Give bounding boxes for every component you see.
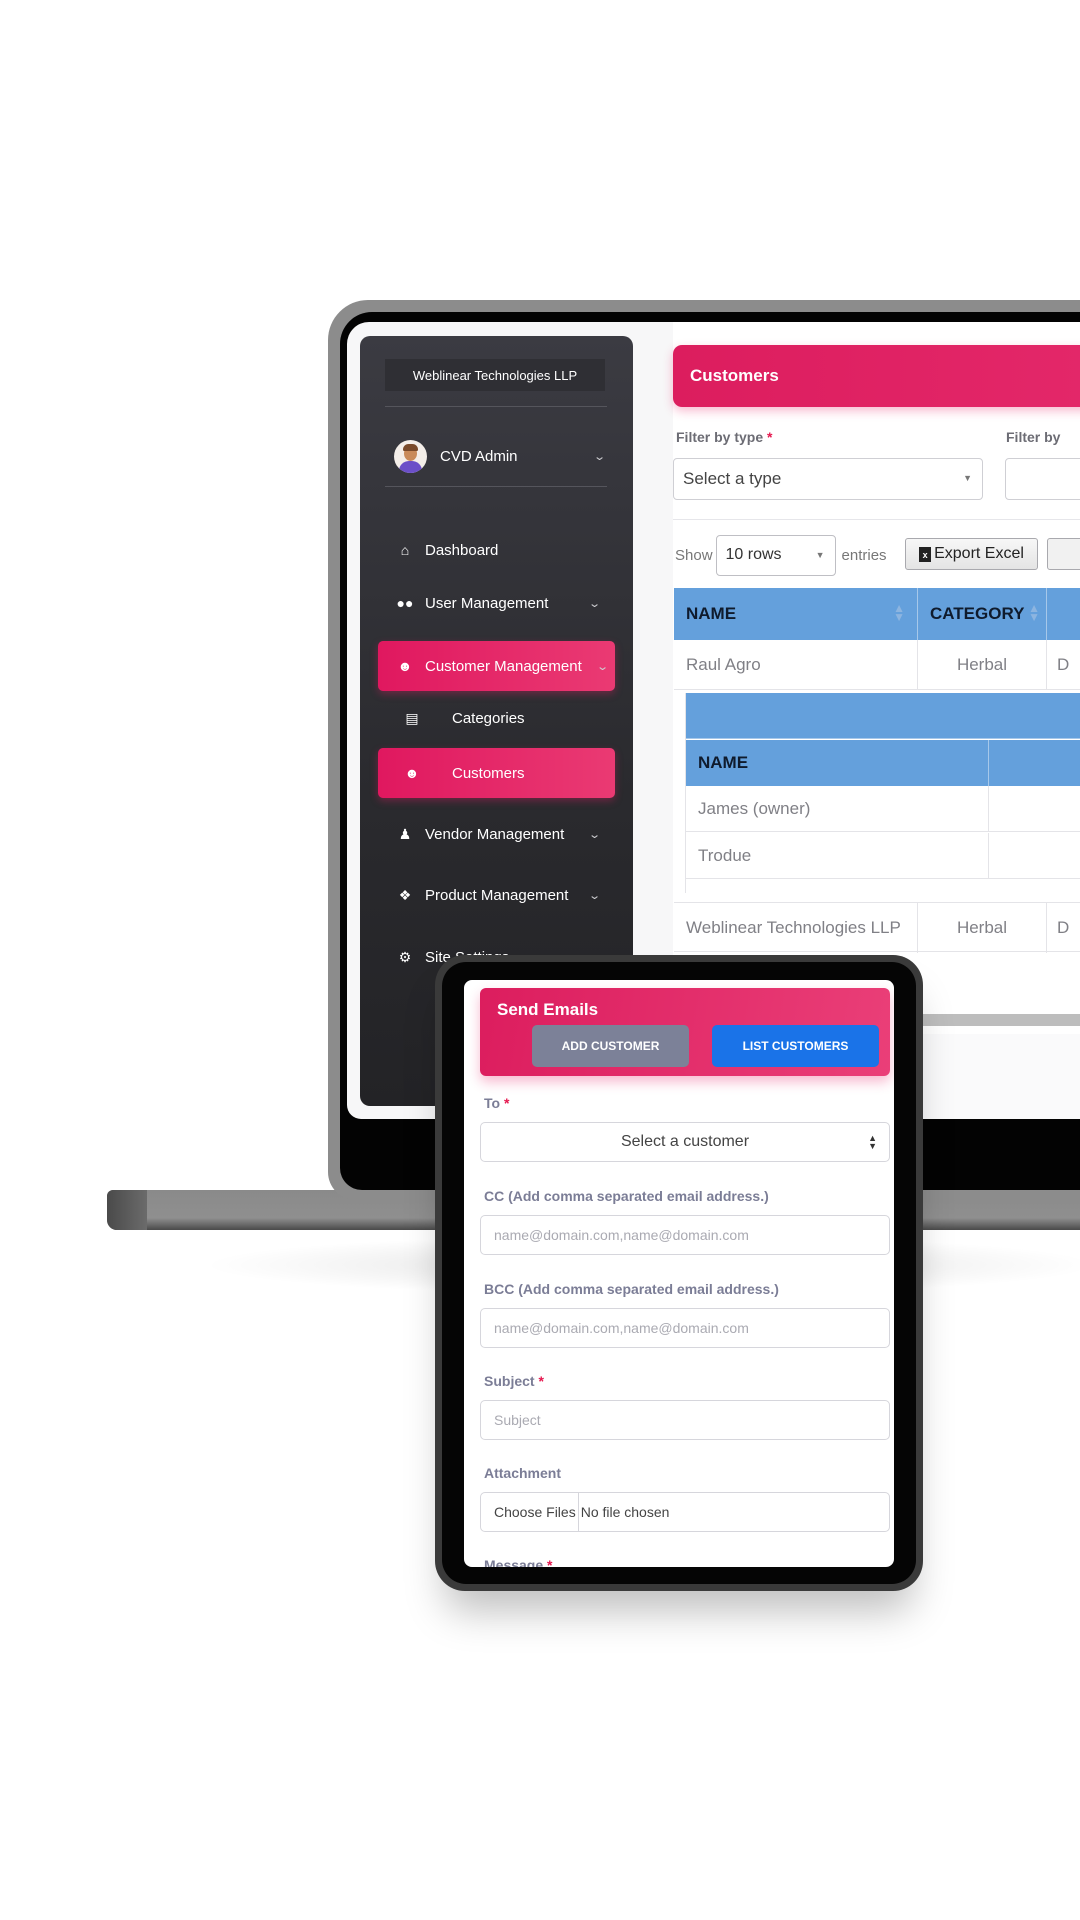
select-updown-icon: ▲ ▼ bbox=[868, 1133, 877, 1151]
choose-files-button[interactable]: Choose Files bbox=[494, 1493, 579, 1531]
filter-second-label: Filter by bbox=[1006, 429, 1061, 445]
nested-table-band bbox=[686, 693, 1080, 739]
nested-cell-name: Trodue bbox=[686, 833, 989, 878]
cubes-icon: ❖ bbox=[398, 886, 412, 903]
column-header-category[interactable]: CATEGORY ▲ ▼ bbox=[918, 588, 1047, 640]
sidebar-item-vendor-management[interactable]: ♟ Vendor Management ⌄ bbox=[378, 809, 615, 859]
avatar bbox=[394, 439, 427, 473]
users-icon: ●● bbox=[396, 595, 414, 611]
brand-name: Weblinear Technologies LLP bbox=[385, 359, 605, 391]
sidebar-item-categories[interactable]: ▤ Categories bbox=[378, 693, 615, 743]
user-menu[interactable]: CVD Admin ⌄ bbox=[394, 436, 606, 476]
add-customer-button[interactable]: ADD CUSTOMER bbox=[532, 1025, 689, 1067]
sidebar-divider bbox=[385, 406, 607, 407]
sort-icon: ▲ ▼ bbox=[1028, 601, 1040, 624]
sort-icon: ▲ ▼ bbox=[893, 601, 905, 624]
cell-extra: D bbox=[1047, 903, 1080, 953]
user-icon: ♟ bbox=[398, 825, 412, 842]
to-customer-select[interactable]: Select a customer ▲ ▼ bbox=[480, 1122, 890, 1162]
form-title: Send Emails bbox=[497, 1000, 599, 1019]
chevron-down-icon: ⌄ bbox=[587, 889, 601, 902]
sidebar-item-label: Categories bbox=[452, 709, 525, 727]
sidebar-item-label: Dashboard bbox=[425, 541, 499, 559]
sidebar-item-customers[interactable]: ☻ Customers bbox=[378, 748, 615, 798]
send-emails-form: Send Emails ADD CUSTOMER LIST CUSTOMERS … bbox=[464, 980, 894, 1567]
user-name: CVD Admin bbox=[440, 447, 518, 465]
page-title: Customers bbox=[673, 345, 1080, 407]
filter-type-label: Filter by type * bbox=[676, 429, 773, 445]
nested-row[interactable]: James (owner) bbox=[686, 786, 1080, 832]
sidebar-item-label: Customers bbox=[452, 764, 525, 782]
sidebar-item-label: User Management bbox=[425, 594, 549, 612]
chevron-down-icon: ⌄ bbox=[587, 828, 601, 841]
caret-down-icon: ▼ bbox=[815, 549, 825, 560]
cell-extra: D bbox=[1047, 640, 1080, 690]
nested-column-name: NAME bbox=[686, 740, 989, 786]
tablet-bezel: Send Emails ADD CUSTOMER LIST CUSTOMERS … bbox=[442, 962, 916, 1584]
sidebar-item-label: Vendor Management bbox=[425, 825, 565, 843]
nested-contacts-table: NAME James (owner) Trodue bbox=[685, 693, 1080, 893]
chevron-down-icon: ⌄ bbox=[587, 597, 601, 610]
sidebar-item-customer-management[interactable]: ☻ Customer Management ⌄ bbox=[378, 641, 615, 691]
chevron-down-icon: ⌄ bbox=[595, 660, 609, 673]
column-header-name[interactable]: NAME ▲ ▼ bbox=[674, 588, 918, 640]
cc-input[interactable]: name@domain.com,name@domain.com bbox=[480, 1215, 890, 1255]
show-label: Show bbox=[675, 546, 713, 564]
bcc-input[interactable]: name@domain.com,name@domain.com bbox=[480, 1308, 890, 1348]
cc-label: CC (Add comma separated email address.) bbox=[484, 1188, 769, 1204]
to-label: To * bbox=[484, 1095, 510, 1111]
send-emails-header: Send Emails ADD CUSTOMER LIST CUSTOMERS bbox=[480, 988, 890, 1076]
file-status: No file chosen bbox=[580, 1504, 670, 1520]
cogs-icon: ⚙ bbox=[398, 948, 412, 965]
cell-category: Herbal bbox=[918, 903, 1047, 953]
length-control: Show 10 rows ▼ entries bbox=[675, 534, 887, 576]
table-row[interactable]: Raul Agro Herbal D bbox=[674, 640, 1080, 690]
column-header-more[interactable] bbox=[1047, 588, 1080, 640]
nested-row[interactable]: Trodue bbox=[686, 833, 1080, 879]
cell-name: Raul Agro bbox=[674, 640, 918, 690]
table-header: NAME ▲ ▼ CATEGORY ▲ ▼ bbox=[674, 588, 1080, 640]
rows-per-page-select[interactable]: 10 rows ▼ bbox=[715, 534, 836, 576]
user-outline-icon: ☻ bbox=[404, 765, 420, 781]
filter-second-select[interactable] bbox=[1005, 458, 1080, 500]
bcc-label: BCC (Add comma separated email address.) bbox=[484, 1281, 779, 1297]
nested-table-header: NAME bbox=[686, 740, 1080, 786]
subject-input[interactable]: Subject bbox=[480, 1400, 890, 1440]
sidebar-item-label: Customer Management bbox=[425, 657, 582, 675]
excel-file-icon: x bbox=[919, 546, 932, 562]
table-row[interactable]: Weblinear Technologies LLP Herbal D bbox=[674, 902, 1080, 953]
attachment-file-input[interactable]: Choose Files No file chosen bbox=[480, 1492, 890, 1532]
filter-type-select[interactable]: Select a type ▼ bbox=[673, 458, 983, 500]
tablet-frame: Send Emails ADD CUSTOMER LIST CUSTOMERS … bbox=[435, 955, 923, 1591]
caret-down-icon: ▼ bbox=[963, 473, 972, 483]
sidebar-item-label: Product Management bbox=[425, 886, 569, 904]
cell-category: Herbal bbox=[918, 640, 1047, 690]
export-excel-button[interactable]: x Export Excel bbox=[905, 538, 1038, 570]
user-outline-icon: ☻ bbox=[397, 658, 413, 674]
nested-cell-name: James (owner) bbox=[686, 786, 989, 831]
divider bbox=[673, 519, 1080, 520]
subject-label: Subject * bbox=[484, 1373, 544, 1389]
sidebar-item-dashboard[interactable]: ⌂ Dashboard bbox=[378, 525, 615, 575]
sidebar-divider bbox=[385, 486, 607, 487]
list-customers-button[interactable]: LIST CUSTOMERS bbox=[712, 1025, 879, 1067]
cell-name: Weblinear Technologies LLP bbox=[674, 903, 918, 953]
export-other-button[interactable] bbox=[1047, 538, 1080, 570]
sidebar-item-user-management[interactable]: ●● User Management ⌄ bbox=[378, 578, 615, 628]
home-icon: ⌂ bbox=[400, 542, 410, 558]
chevron-down-icon: ⌄ bbox=[592, 450, 606, 463]
message-label: Message * bbox=[484, 1557, 553, 1567]
sidebar-item-product-management[interactable]: ❖ Product Management ⌄ bbox=[378, 870, 615, 920]
attachment-label: Attachment bbox=[484, 1465, 562, 1481]
entries-label: entries bbox=[841, 546, 887, 564]
list-icon: ▤ bbox=[405, 709, 419, 726]
